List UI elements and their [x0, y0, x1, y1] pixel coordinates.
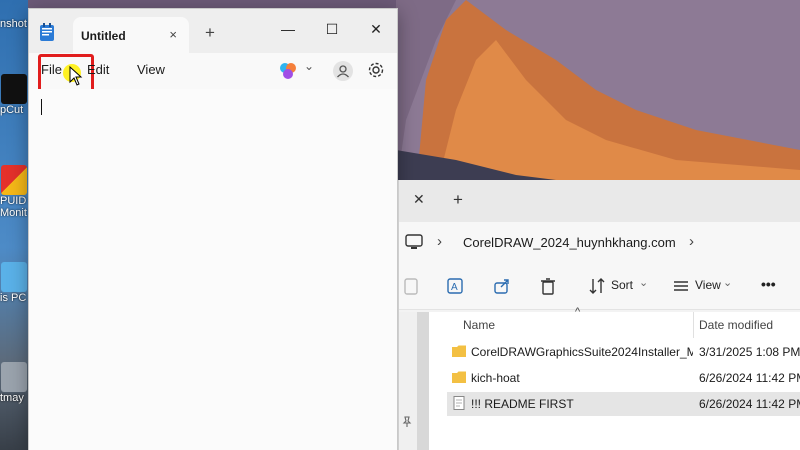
column-header-name[interactable]: Name	[463, 318, 495, 332]
file-date: 3/31/2025 1:08 PM	[699, 345, 800, 359]
navigation-pane	[399, 312, 417, 450]
close-window-button[interactable]: ✕	[361, 17, 391, 41]
file-date: 6/26/2024 11:42 PM	[699, 397, 800, 411]
notepad-menubar: File Edit View ⌄	[29, 53, 397, 92]
desktop-icon-this-pc[interactable]: is PC	[0, 262, 30, 304]
address-bar[interactable]: › CorelDRAW_2024_huynhkhang.com ›	[399, 222, 800, 262]
minimize-button[interactable]: —	[273, 17, 303, 41]
sort-icon[interactable]	[587, 276, 607, 296]
tab-title: Untitled	[81, 29, 126, 43]
menu-edit[interactable]: Edit	[87, 62, 109, 77]
sort-indicator-icon: ^	[575, 306, 581, 318]
desktop-icon-tmay[interactable]: tmay	[0, 362, 30, 404]
desktop-icon-label: PUID	[0, 195, 27, 207]
column-header-date-modified[interactable]: Date modified	[699, 318, 773, 332]
highlight-box	[38, 54, 94, 92]
wallpaper-mountain	[396, 0, 800, 190]
column-headers: ^ Name Date modified	[429, 306, 800, 338]
desktop-icon-cpuid[interactable]: PUID Monit	[0, 165, 30, 219]
chevron-down-icon[interactable]: ⌄	[639, 276, 648, 289]
delete-icon[interactable]	[538, 276, 558, 296]
menu-view[interactable]: View	[137, 62, 165, 77]
table-row[interactable]: !!! README FIRST 6/26/2024 11:42 PM	[447, 392, 800, 416]
new-tab-button[interactable]: +	[453, 190, 463, 210]
file-list-pane: ^ Name Date modified CorelDRAWGraphicsSu…	[399, 306, 800, 450]
breadcrumb-folder[interactable]: CorelDRAW_2024_huynhkhang.com	[463, 235, 676, 250]
account-icon[interactable]	[332, 60, 354, 82]
file-name: CorelDRAWGraphicsSuite2024Installer_M...	[471, 345, 693, 359]
explorer-tabbar: ✕ +	[399, 180, 800, 222]
rename-icon[interactable]: A	[445, 276, 465, 296]
share-icon[interactable]	[492, 276, 512, 296]
menu-file[interactable]: File	[38, 54, 94, 92]
desktop-icon-capcut[interactable]: pCut	[0, 74, 30, 116]
folder-icon	[452, 371, 466, 383]
chevron-down-icon[interactable]: ⌄	[723, 276, 732, 289]
capcut-icon	[1, 74, 27, 104]
file-name: !!! README FIRST	[471, 397, 574, 411]
folder-icon	[452, 345, 466, 357]
tab-untitled[interactable]: Untitled ×	[73, 17, 189, 53]
computer-icon	[1, 262, 27, 292]
file-date: 6/26/2024 11:42 PM	[699, 371, 800, 385]
notepad-text-area[interactable]	[29, 89, 397, 450]
view-icon[interactable]	[671, 276, 691, 296]
copilot-icon[interactable]	[279, 62, 297, 80]
notepad-app-icon	[40, 23, 54, 41]
svg-text:A: A	[451, 282, 458, 293]
desktop-icon-label: tmay	[0, 392, 24, 404]
close-tab-button[interactable]: ×	[169, 27, 177, 42]
maximize-button[interactable]: ☐	[317, 17, 347, 41]
column-divider[interactable]	[693, 312, 694, 338]
gear-icon[interactable]	[367, 61, 385, 79]
notepad-titlebar: Untitled × + — ☐ ✕	[29, 9, 397, 53]
breadcrumb-chevron[interactable]: ›	[689, 233, 694, 250]
more-options-button[interactable]: •••	[761, 276, 776, 292]
navigation-scrollbar[interactable]	[417, 312, 429, 450]
view-button[interactable]: View	[695, 278, 721, 292]
file-name: kich-hoat	[471, 371, 520, 385]
text-caret	[41, 99, 42, 115]
text-file-icon	[453, 396, 465, 410]
sort-button[interactable]: Sort	[611, 278, 633, 292]
monitor-icon[interactable]	[405, 234, 423, 250]
pin-icon[interactable]	[401, 416, 413, 428]
file-explorer-window: ✕ + › CorelDRAW_2024_huynhkhang.com › A	[398, 180, 800, 450]
paste-icon[interactable]	[401, 276, 421, 296]
gear-icon	[1, 362, 27, 392]
breadcrumb-separator: ›	[437, 233, 442, 250]
table-row[interactable]: CorelDRAWGraphicsSuite2024Installer_M...…	[447, 340, 800, 364]
new-tab-button[interactable]: +	[205, 23, 215, 43]
cpuid-icon	[1, 165, 27, 195]
notepad-window: Untitled × + — ☐ ✕ File Edit View ⌄	[28, 8, 398, 450]
table-row[interactable]: kich-hoat 6/26/2024 11:42 PM	[447, 366, 800, 390]
desktop-icon-label: pCut	[0, 104, 24, 116]
desktop-icon-label: nshot	[0, 18, 27, 30]
chevron-down-icon[interactable]: ⌄	[304, 59, 314, 73]
desktop-icon-label: is PC	[0, 292, 27, 304]
close-tab-button[interactable]: ✕	[413, 191, 425, 208]
explorer-toolbar: A Sort ⌄ View ⌄ •••	[399, 262, 800, 310]
desktop-icon-label: Monit	[0, 207, 27, 219]
desktop-icon-screenshot[interactable]: nshot	[0, 18, 30, 30]
